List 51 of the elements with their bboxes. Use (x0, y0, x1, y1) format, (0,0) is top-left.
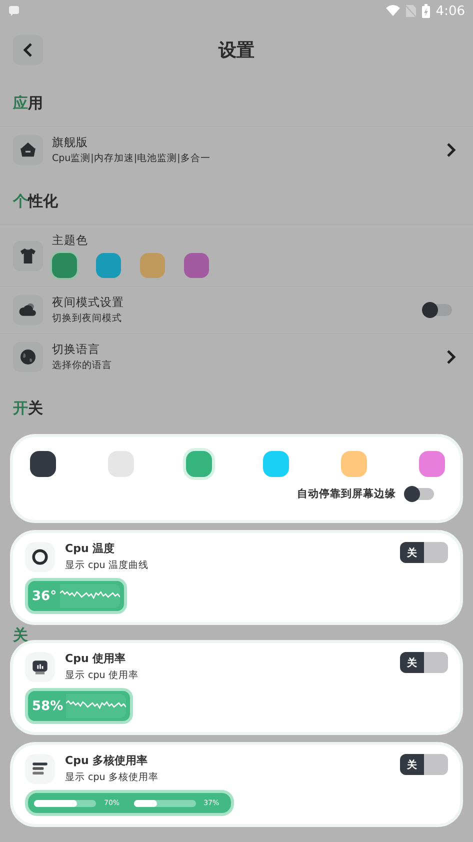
color-swatch[interactable] (186, 451, 212, 477)
sparkline (60, 584, 120, 608)
color-swatch[interactable] (140, 253, 165, 278)
settings-row[interactable]: 夜间模式设置 切换到夜间模式 (0, 286, 473, 333)
core-bar (134, 800, 196, 806)
globe-icon (18, 347, 38, 367)
shirt-icon (18, 246, 38, 266)
row-subtitle: 选择你的语言 (52, 359, 113, 372)
widget-reading: 36° (32, 588, 57, 604)
settings-row[interactable]: 主题色 (0, 224, 473, 286)
section-heading: 应用 (12, 93, 44, 114)
row-title: 夜间模式设置 (52, 295, 125, 310)
widget-reading: 58% (32, 698, 64, 714)
widget-subtitle: 显示 cpu 多核使用率 (65, 771, 160, 784)
toggle-switch[interactable]: 关 (400, 754, 448, 775)
row-title: 旗舰版 (52, 135, 89, 150)
row-subtitle: 切换到夜间模式 (52, 312, 123, 325)
clock-time: 4:06 (436, 4, 465, 18)
page-title: 设置 (218, 39, 254, 62)
chevron-right-icon (446, 349, 456, 365)
row-title: 切换语言 (52, 342, 101, 357)
chevron-right-icon (446, 142, 456, 158)
sparkline (66, 694, 126, 718)
dock-label: 自动停靠到屏幕边缘 (297, 487, 396, 501)
wifi-icon (386, 5, 400, 17)
no-sim-icon (406, 5, 416, 17)
widget-title: Cpu 温度 (65, 541, 116, 556)
core-bar (34, 800, 96, 806)
widget-subtitle: 显示 cpu 使用率 (65, 669, 140, 682)
color-swatch[interactable] (30, 451, 56, 477)
section-heading: 个性化 (12, 191, 59, 212)
color-swatch[interactable] (184, 253, 209, 278)
back-button[interactable] (13, 35, 43, 65)
toggle-switch[interactable]: 关 (400, 652, 448, 673)
color-swatch[interactable] (52, 253, 77, 278)
color-swatch[interactable] (341, 451, 368, 477)
color-swatch[interactable] (96, 253, 121, 278)
row-subtitle: Cpu监测|内存加速|电池监测|多合一 (52, 152, 212, 165)
widget-title: Cpu 多核使用率 (65, 753, 149, 768)
toggle-switch[interactable]: 关 (400, 542, 448, 563)
color-swatch[interactable] (263, 451, 290, 477)
color-swatch[interactable] (418, 451, 445, 477)
battery-icon (422, 4, 430, 18)
widget-subtitle: 显示 cpu 温度曲线 (65, 559, 150, 572)
settings-row[interactable]: 切换语言 选择你的语言 (0, 333, 473, 380)
widget-title: Cpu 使用率 (65, 651, 127, 666)
row-title: 主题色 (52, 233, 89, 248)
color-swatch[interactable] (108, 451, 134, 477)
message-icon (8, 5, 20, 17)
settings-row[interactable]: 旗舰版 Cpu监测|内存加速|电池监测|多合一 (0, 126, 473, 173)
section-heading: 开关 (12, 398, 44, 419)
